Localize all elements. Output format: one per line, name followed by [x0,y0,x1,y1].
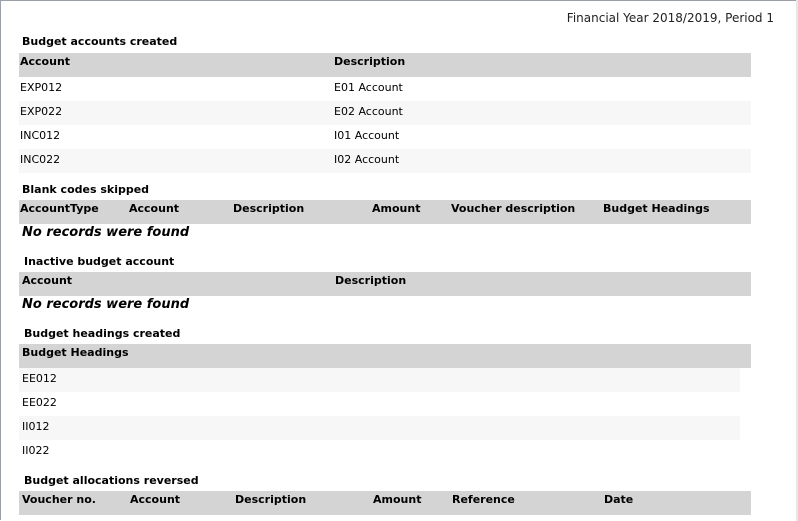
cell-account: EXP022 [20,105,63,118]
column-header-voucher-no: Voucher no. [22,493,96,506]
column-header-budget-headings: Budget Headings [22,346,129,359]
column-header-accounttype: AccountType [20,202,99,215]
financial-period-label: Financial Year 2018/2019, Period 1 [566,11,774,25]
cell-account: INC012 [20,129,61,142]
table-header-budget-allocations: Voucher no. Account Description Amount R… [19,491,751,515]
cell-description: I02 Account [334,153,400,166]
no-records-message: No records were found [22,225,190,240]
column-header-description: Description [334,55,406,68]
table-row: EE022 [19,392,740,416]
column-header-description: Description [335,274,407,287]
section-title-budget-headings-created: Budget headings created [24,327,181,340]
column-header-voucher-description: Voucher description [451,202,576,215]
table-row: INC022 I02 Account [19,149,751,173]
cell-description: I01 Account [334,129,400,142]
column-header-account: Account [130,493,181,506]
column-header-date: Date [604,493,634,506]
cell-budget-heading: II012 [22,420,50,433]
table-row: EE012 [19,368,740,392]
column-header-account: Account [129,202,180,215]
cell-description: E02 Account [334,105,403,118]
section-title-budget-accounts-created: Budget accounts created [22,35,178,48]
table-header-blank-codes: AccountType Account Description Amount V… [19,200,751,224]
column-header-reference: Reference [452,493,515,506]
table-row: EXP022 E02 Account [19,101,751,125]
no-records-message: No records were found [22,297,190,312]
table-header-budget-headings: Budget Headings [19,344,751,368]
table-header-budget-accounts: Account Description [19,53,751,77]
table-row: INC012 I01 Account [19,125,751,149]
table-header-inactive-budget: Account Description [19,272,751,296]
column-header-amount: Amount [372,202,421,215]
table-row: II012 [19,416,740,440]
table-row: EXP012 E01 Account [19,77,751,101]
cell-account: INC022 [20,153,61,166]
section-title-inactive-budget-account: Inactive budget account [24,255,175,268]
column-header-budget-headings: Budget Headings [603,202,710,215]
cell-budget-heading: II022 [22,444,50,457]
cell-account: EXP012 [20,81,63,94]
column-header-description: Description [233,202,305,215]
section-title-blank-codes-skipped: Blank codes skipped [22,183,150,196]
column-header-description: Description [235,493,307,506]
cell-description: E01 Account [334,81,403,94]
column-header-account: Account [20,55,71,68]
section-title-budget-allocations-reversed: Budget allocations reversed [24,474,199,487]
column-header-amount: Amount [373,493,422,506]
column-header-account: Account [22,274,73,287]
table-row: II022 [19,440,740,464]
cell-budget-heading: EE022 [22,396,57,409]
cell-budget-heading: EE012 [22,372,57,385]
